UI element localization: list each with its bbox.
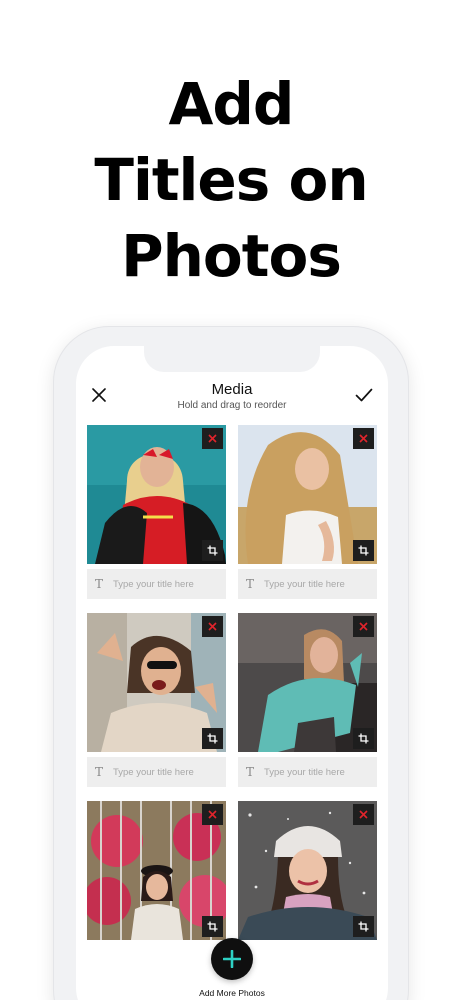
crop-icon bbox=[207, 545, 218, 556]
title-placeholder: Type your title here bbox=[113, 578, 194, 590]
photo-card bbox=[238, 801, 377, 940]
photo-thumbnail[interactable] bbox=[87, 801, 226, 940]
crop-icon bbox=[358, 921, 369, 932]
photo-thumbnail[interactable] bbox=[238, 801, 377, 940]
crop-photo-button[interactable] bbox=[353, 916, 374, 937]
delete-photo-button[interactable] bbox=[353, 428, 374, 449]
plus-icon bbox=[223, 950, 241, 968]
add-more-photos-label: Add More Photos bbox=[199, 988, 265, 998]
page-title: Media bbox=[211, 381, 253, 398]
delete-icon bbox=[208, 434, 217, 443]
phone-screen: Media Hold and drag to reorder T Type yo… bbox=[76, 346, 388, 1000]
title-placeholder: Type your title here bbox=[113, 766, 194, 778]
delete-photo-button[interactable] bbox=[353, 616, 374, 637]
app-store-screenshot: Add Titles on Photos Media Hold and drag… bbox=[0, 0, 462, 1000]
promo-headline: Add Titles on Photos bbox=[0, 66, 462, 294]
phone-notch bbox=[144, 346, 320, 372]
text-icon: T bbox=[246, 765, 255, 779]
crop-icon bbox=[358, 545, 369, 556]
photo-card: T Type your title here bbox=[238, 613, 377, 787]
crop-photo-button[interactable] bbox=[202, 916, 223, 937]
photo-title-input[interactable]: T Type your title here bbox=[238, 569, 377, 599]
page-subtitle: Hold and drag to reorder bbox=[177, 400, 287, 411]
photo-thumbnail[interactable] bbox=[87, 613, 226, 752]
delete-photo-button[interactable] bbox=[202, 428, 223, 449]
crop-photo-button[interactable] bbox=[202, 540, 223, 561]
delete-icon bbox=[208, 810, 217, 819]
delete-icon bbox=[359, 622, 368, 631]
crop-icon bbox=[207, 921, 218, 932]
crop-icon bbox=[207, 733, 218, 744]
crop-photo-button[interactable] bbox=[202, 728, 223, 749]
photo-thumbnail[interactable] bbox=[238, 425, 377, 564]
checkmark-icon bbox=[355, 388, 373, 402]
photo-card bbox=[87, 801, 226, 940]
crop-photo-button[interactable] bbox=[353, 728, 374, 749]
photo-thumbnail[interactable] bbox=[87, 425, 226, 564]
delete-photo-button[interactable] bbox=[202, 804, 223, 825]
confirm-button[interactable] bbox=[352, 384, 376, 406]
text-icon: T bbox=[95, 577, 104, 591]
add-more-photos-button[interactable] bbox=[211, 938, 253, 980]
photo-title-input[interactable]: T Type your title here bbox=[87, 569, 226, 599]
headline-line-2: Titles on bbox=[94, 146, 368, 214]
photo-title-input[interactable]: T Type your title here bbox=[87, 757, 226, 787]
photo-card: T Type your title here bbox=[87, 613, 226, 787]
headline-line-3: Photos bbox=[121, 222, 342, 290]
crop-icon bbox=[358, 733, 369, 744]
title-placeholder: Type your title here bbox=[264, 766, 345, 778]
photo-title-input[interactable]: T Type your title here bbox=[238, 757, 377, 787]
delete-icon bbox=[208, 622, 217, 631]
delete-icon bbox=[359, 810, 368, 819]
crop-photo-button[interactable] bbox=[353, 540, 374, 561]
delete-icon bbox=[359, 434, 368, 443]
photo-card: T Type your title here bbox=[238, 425, 377, 599]
photo-thumbnail[interactable] bbox=[238, 613, 377, 752]
text-icon: T bbox=[95, 765, 104, 779]
delete-photo-button[interactable] bbox=[202, 616, 223, 637]
text-icon: T bbox=[246, 577, 255, 591]
headline-line-1: Add bbox=[168, 70, 295, 138]
delete-photo-button[interactable] bbox=[353, 804, 374, 825]
title-placeholder: Type your title here bbox=[264, 578, 345, 590]
photo-card: T Type your title here bbox=[87, 425, 226, 599]
